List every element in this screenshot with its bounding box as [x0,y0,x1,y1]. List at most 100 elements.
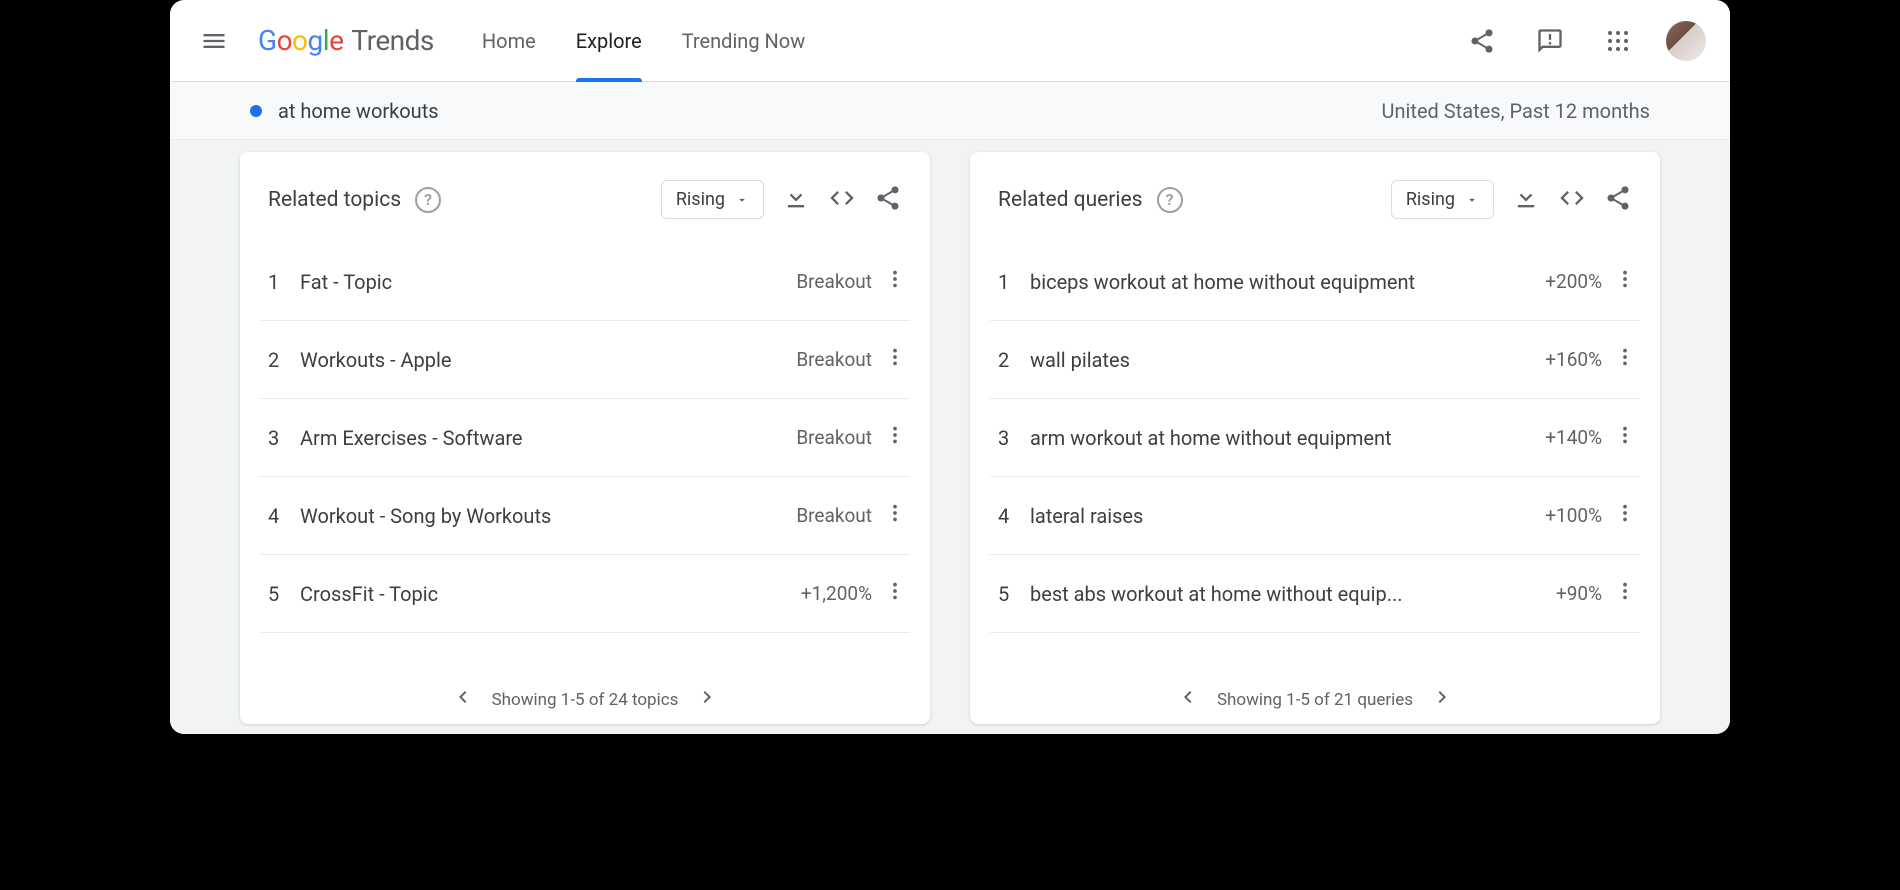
list-item-label: best abs workout at home without equip..… [1030,582,1556,606]
more-icon[interactable] [1614,268,1636,295]
list-item[interactable]: 3 arm workout at home without equipment … [990,399,1640,477]
share-icon[interactable] [1462,21,1502,61]
card-header: Related topics ? Rising [260,180,910,243]
feedback-icon[interactable] [1530,21,1570,61]
list-item-metric: +200% [1545,270,1602,293]
list-item-metric: Breakout [796,348,872,371]
embed-icon[interactable] [828,184,856,216]
pager-next[interactable] [696,685,720,714]
list-item[interactable]: 1 Fat - Topic Breakout [260,243,910,321]
list-item-metric: +160% [1545,348,1602,371]
list-item[interactable]: 1 biceps workout at home without equipme… [990,243,1640,321]
logo-google: Google [258,24,343,57]
list-item-index: 1 [268,270,300,294]
list-item[interactable]: 5 best abs workout at home without equip… [990,555,1640,633]
list-item-metric: +1,200% [801,582,872,605]
pager-next[interactable] [1431,685,1455,714]
list-item-metric: Breakout [796,426,872,449]
list-item-label: Workout - Song by Workouts [300,504,796,528]
list-item-metric: Breakout [796,504,872,527]
more-icon[interactable] [884,346,906,373]
google-trends-logo[interactable]: Google Trends [258,24,434,57]
list-item-label: lateral raises [1030,504,1545,528]
account-avatar[interactable] [1666,21,1706,61]
apps-grid-icon[interactable] [1598,21,1638,61]
help-icon[interactable]: ? [415,187,441,213]
embed-icon[interactable] [1558,184,1586,216]
list-item-index: 2 [998,348,1030,372]
list-item-label: arm workout at home without equipment [1030,426,1545,450]
sort-dropdown[interactable]: Rising [1391,180,1494,219]
more-icon[interactable] [1614,424,1636,451]
card-actions: Rising [661,180,902,219]
list-item[interactable]: 4 Workout - Song by Workouts Breakout [260,477,910,555]
related-queries-card: Related queries ? Rising [970,152,1660,724]
list-item-label: Workouts - Apple [300,348,796,372]
list-item-metric: Breakout [796,270,872,293]
list-item-index: 3 [998,426,1030,450]
pager-prev[interactable] [1175,685,1199,714]
list-item[interactable]: 5 CrossFit - Topic +1,200% [260,555,910,633]
list-item-index: 3 [268,426,300,450]
pager: Showing 1-5 of 24 topics [260,667,910,714]
list-item-index: 5 [998,582,1030,606]
related-topics-card: Related topics ? Rising [240,152,930,724]
app-window: Google Trends Home Explore Trending Now … [170,0,1730,734]
more-icon[interactable] [884,502,906,529]
subheader: at home workouts United States, Past 12 … [170,82,1730,140]
list-item[interactable]: 2 Workouts - Apple Breakout [260,321,910,399]
list-item[interactable]: 3 Arm Exercises - Software Breakout [260,399,910,477]
sort-dropdown-label: Rising [676,189,725,210]
list-item-label: wall pilates [1030,348,1545,372]
app-header: Google Trends Home Explore Trending Now [170,0,1730,82]
topics-list: 1 Fat - Topic Breakout 2 Workouts - Appl… [260,243,910,667]
download-icon[interactable] [1512,184,1540,216]
card-title-text: Related queries [998,188,1143,212]
card-header: Related queries ? Rising [990,180,1640,243]
sort-dropdown-label: Rising [1406,189,1455,210]
sort-dropdown[interactable]: Rising [661,180,764,219]
help-icon[interactable]: ? [1157,187,1183,213]
context-label: United States, Past 12 months [1382,99,1650,123]
nav-trending-now[interactable]: Trending Now [682,0,806,81]
card-actions: Rising [1391,180,1632,219]
list-item-label: Fat - Topic [300,270,796,294]
more-icon[interactable] [1614,580,1636,607]
list-item[interactable]: 4 lateral raises +100% [990,477,1640,555]
list-item-index: 5 [268,582,300,606]
share-icon[interactable] [874,184,902,216]
pager-text: Showing 1-5 of 24 topics [492,690,679,710]
list-item-label: Arm Exercises - Software [300,426,796,450]
pager: Showing 1-5 of 21 queries [990,667,1640,714]
more-icon[interactable] [884,268,906,295]
list-item-index: 4 [998,504,1030,528]
card-title: Related topics ? [268,187,441,213]
more-icon[interactable] [1614,346,1636,373]
main-menu-button[interactable] [190,17,238,65]
chip-color-dot [250,105,262,117]
list-item-index: 1 [998,270,1030,294]
card-title: Related queries ? [998,187,1183,213]
card-title-text: Related topics [268,188,401,212]
pager-prev[interactable] [450,685,474,714]
list-item[interactable]: 2 wall pilates +160% [990,321,1640,399]
more-icon[interactable] [1614,502,1636,529]
list-item-label: CrossFit - Topic [300,582,801,606]
header-actions [1462,21,1706,61]
list-item-metric: +90% [1556,582,1602,605]
list-item-index: 2 [268,348,300,372]
search-term-text: at home workouts [278,99,439,123]
nav-home[interactable]: Home [482,0,536,81]
list-item-metric: +100% [1545,504,1602,527]
share-icon[interactable] [1604,184,1632,216]
more-icon[interactable] [884,424,906,451]
download-icon[interactable] [782,184,810,216]
nav-explore[interactable]: Explore [576,0,642,81]
content-area: Related topics ? Rising [170,140,1730,734]
queries-list: 1 biceps workout at home without equipme… [990,243,1640,667]
search-term-chip[interactable]: at home workouts [250,99,439,123]
more-icon[interactable] [884,580,906,607]
list-item-metric: +140% [1545,426,1602,449]
pager-text: Showing 1-5 of 21 queries [1217,690,1413,710]
logo-trends: Trends [351,24,433,57]
